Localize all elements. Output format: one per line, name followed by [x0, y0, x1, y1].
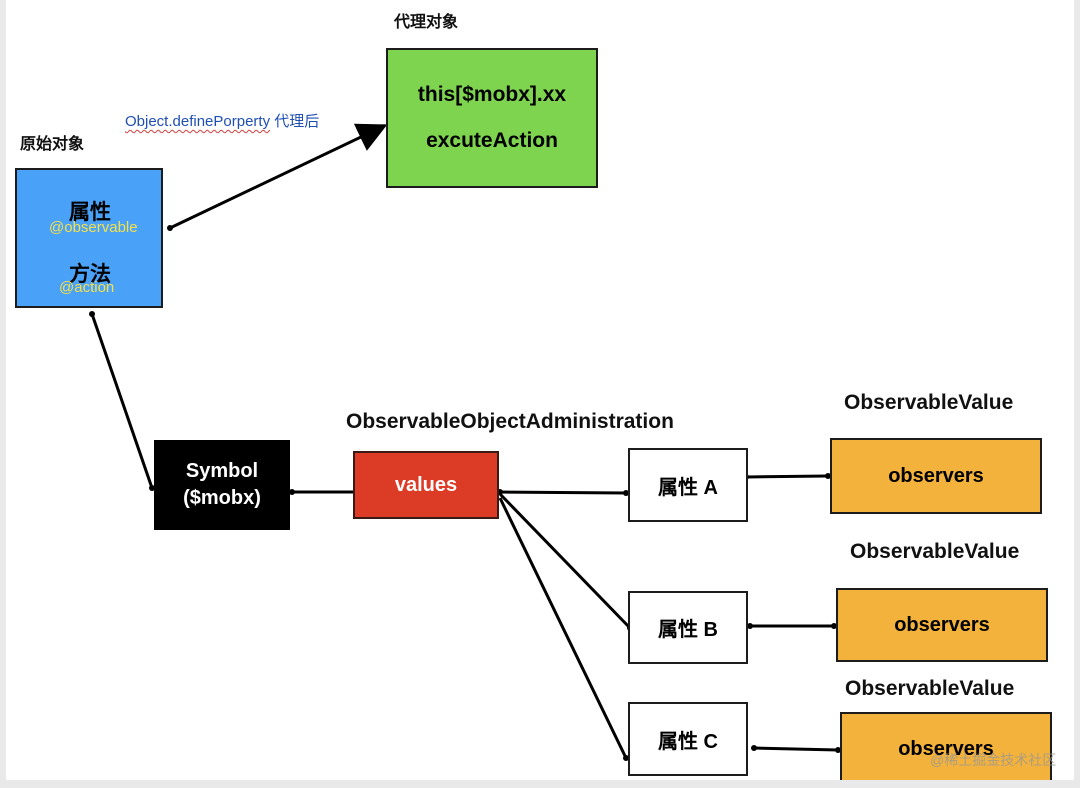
diagram-canvas: 代理对象 原始对象 Object.definePorperty 代理后 this… — [6, 0, 1074, 780]
connector-property-a-to-observers — [745, 474, 829, 479]
symbol-key-text: ($mobx) — [183, 487, 261, 509]
symbol-text: Symbol — [185, 460, 259, 482]
proxy-object-title: 代理对象 — [394, 14, 459, 31]
arrow-original-to-proxy — [169, 123, 388, 230]
proxy-action-text: excuteAction — [426, 129, 558, 152]
connector-values-to-property-b — [498, 492, 632, 630]
define-property-method: Object.definePorperty — [125, 113, 271, 130]
observers-a-text: observers — [888, 464, 984, 487]
connector-values-to-property-a — [499, 490, 627, 495]
proxy-accessor-text: this[$mobx].xx — [417, 83, 567, 106]
connector-property-c-to-observers — [753, 746, 839, 752]
observable-value-b-title: ObservableValue — [850, 540, 1020, 563]
property-b-box: 属性 B — [628, 591, 748, 664]
property-a-box: 属性 A — [628, 448, 748, 522]
property-b-label: 属性 B — [658, 619, 718, 641]
define-property-suffix: 代理后 — [270, 113, 320, 130]
connector-values-to-property-c — [498, 497, 628, 759]
observers-b-text: observers — [894, 613, 990, 636]
administration-title: ObservableObjectAdministration — [346, 410, 674, 433]
watermark-text: @稀土掘金技术社区 — [930, 752, 1057, 768]
original-object-title: 原始对象 — [20, 136, 85, 153]
observers-a-box: observers — [830, 438, 1042, 514]
action-decorator: @action — [59, 279, 115, 296]
symbol-mobx-box: Symbol ($mobx) — [154, 440, 290, 530]
original-object-box: 属性 @observable 方法 @action — [15, 168, 163, 308]
values-text: values — [394, 473, 458, 496]
connector-original-to-symbol — [90, 313, 154, 489]
define-property-label: Object.definePorperty 代理后 — [125, 110, 319, 131]
observable-value-a-title: ObservableValue — [844, 391, 1014, 414]
observers-b-box: observers — [836, 588, 1048, 662]
property-c-label: 属性 C — [658, 730, 718, 753]
values-box: values — [353, 451, 499, 519]
property-a-label: 属性 A — [658, 476, 718, 499]
observable-value-c-title: ObservableValue — [845, 677, 1015, 700]
observable-decorator: @observable — [49, 219, 138, 236]
proxy-object-box: this[$mobx].xx excuteAction — [386, 48, 598, 188]
property-c-box: 属性 C — [628, 702, 748, 776]
